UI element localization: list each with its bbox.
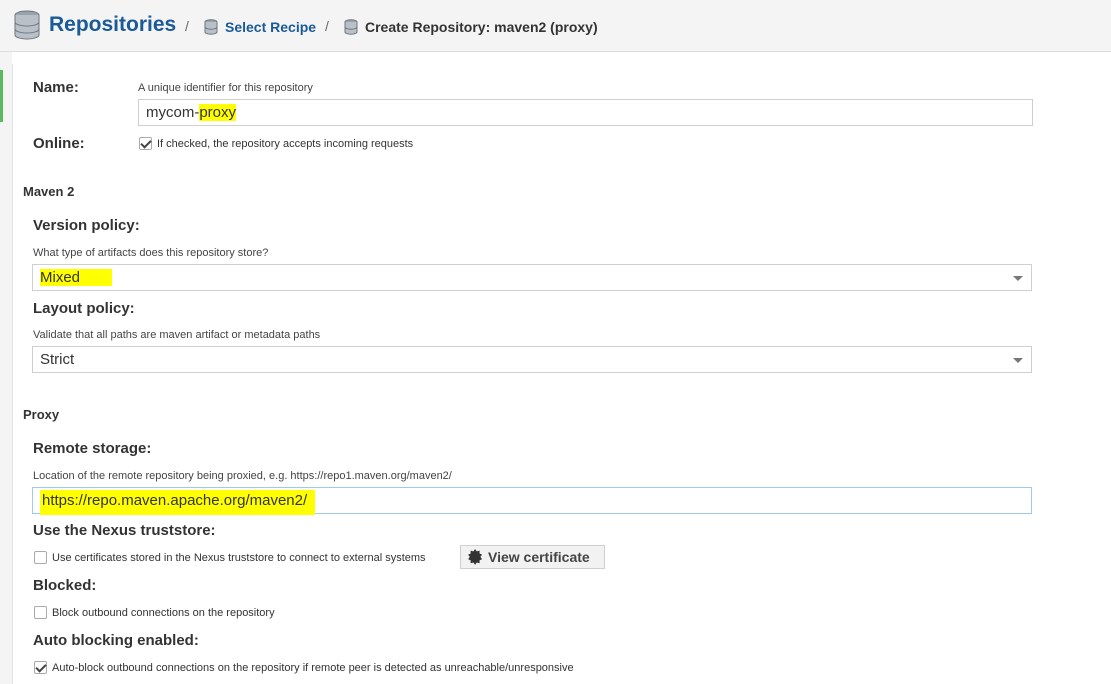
name-input[interactable]: mycom-proxy	[138, 99, 1033, 126]
remote-storage-label: Remote storage:	[33, 440, 152, 457]
view-certificate-label: View certificate	[488, 549, 590, 565]
blocked-text: Block outbound connections on the reposi…	[52, 607, 275, 619]
breadcrumb-current: Create Repository: maven2 (proxy)	[365, 19, 598, 35]
version-policy-select[interactable]: Mixed	[32, 264, 1032, 291]
breadcrumb-separator: /	[185, 18, 189, 34]
online-text: If checked, the repository accepts incom…	[157, 138, 414, 150]
breadcrumb-select-recipe[interactable]: Select Recipe	[225, 19, 316, 35]
view-certificate-button[interactable]: View certificate	[460, 545, 605, 569]
page-title[interactable]: Repositories	[49, 13, 176, 37]
left-gutter	[0, 52, 12, 684]
left-accent-bar	[0, 70, 3, 122]
database-icon	[14, 10, 40, 40]
truststore-checkbox[interactable]	[34, 551, 47, 564]
truststore-text: Use certificates stored in the Nexus tru…	[52, 552, 426, 564]
layout-policy-value: Strict	[40, 351, 75, 368]
name-value-prefix: mycom-	[146, 104, 200, 121]
truststore-label: Use the Nexus truststore:	[33, 522, 216, 539]
name-help: A unique identifier for this repository	[138, 82, 313, 94]
remote-storage-input[interactable]: https://repo.maven.apache.org/maven2/	[32, 487, 1032, 515]
layout-policy-label: Layout policy:	[33, 300, 135, 317]
maven-section-heading: Maven 2	[23, 184, 75, 199]
online-checkbox[interactable]	[139, 137, 152, 150]
breadcrumb-bar: Repositories / Select Recipe / Create Re…	[0, 0, 1111, 52]
proxy-section-heading: Proxy	[23, 407, 60, 422]
version-policy-value: Mixed	[40, 269, 113, 286]
blocked-label: Blocked:	[33, 577, 97, 594]
chevron-down-icon	[1013, 358, 1023, 363]
layout-policy-help: Validate that all paths are maven artifa…	[33, 329, 321, 341]
form-panel	[12, 64, 1111, 684]
name-value-highlight: proxy	[199, 104, 237, 121]
online-label: Online:	[33, 135, 85, 152]
certificate-seal-icon	[468, 549, 483, 565]
version-policy-help: What type of artifacts does this reposit…	[33, 247, 269, 259]
remote-storage-value: https://repo.maven.apache.org/maven2/	[40, 490, 316, 515]
auto-blocking-label: Auto blocking enabled:	[33, 632, 199, 649]
layout-policy-select[interactable]: Strict	[32, 346, 1032, 373]
version-policy-label: Version policy:	[33, 217, 140, 234]
repository-database-icon	[344, 19, 358, 35]
chevron-down-icon	[1013, 276, 1023, 281]
auto-blocking-checkbox[interactable]	[34, 661, 47, 674]
remote-storage-help: Location of the remote repository being …	[33, 470, 452, 482]
blocked-checkbox[interactable]	[34, 606, 47, 619]
breadcrumb-separator: /	[325, 18, 329, 34]
auto-blocking-text: Auto-block outbound connections on the r…	[52, 662, 574, 674]
recipe-database-icon	[204, 19, 218, 35]
name-label: Name:	[33, 79, 79, 96]
